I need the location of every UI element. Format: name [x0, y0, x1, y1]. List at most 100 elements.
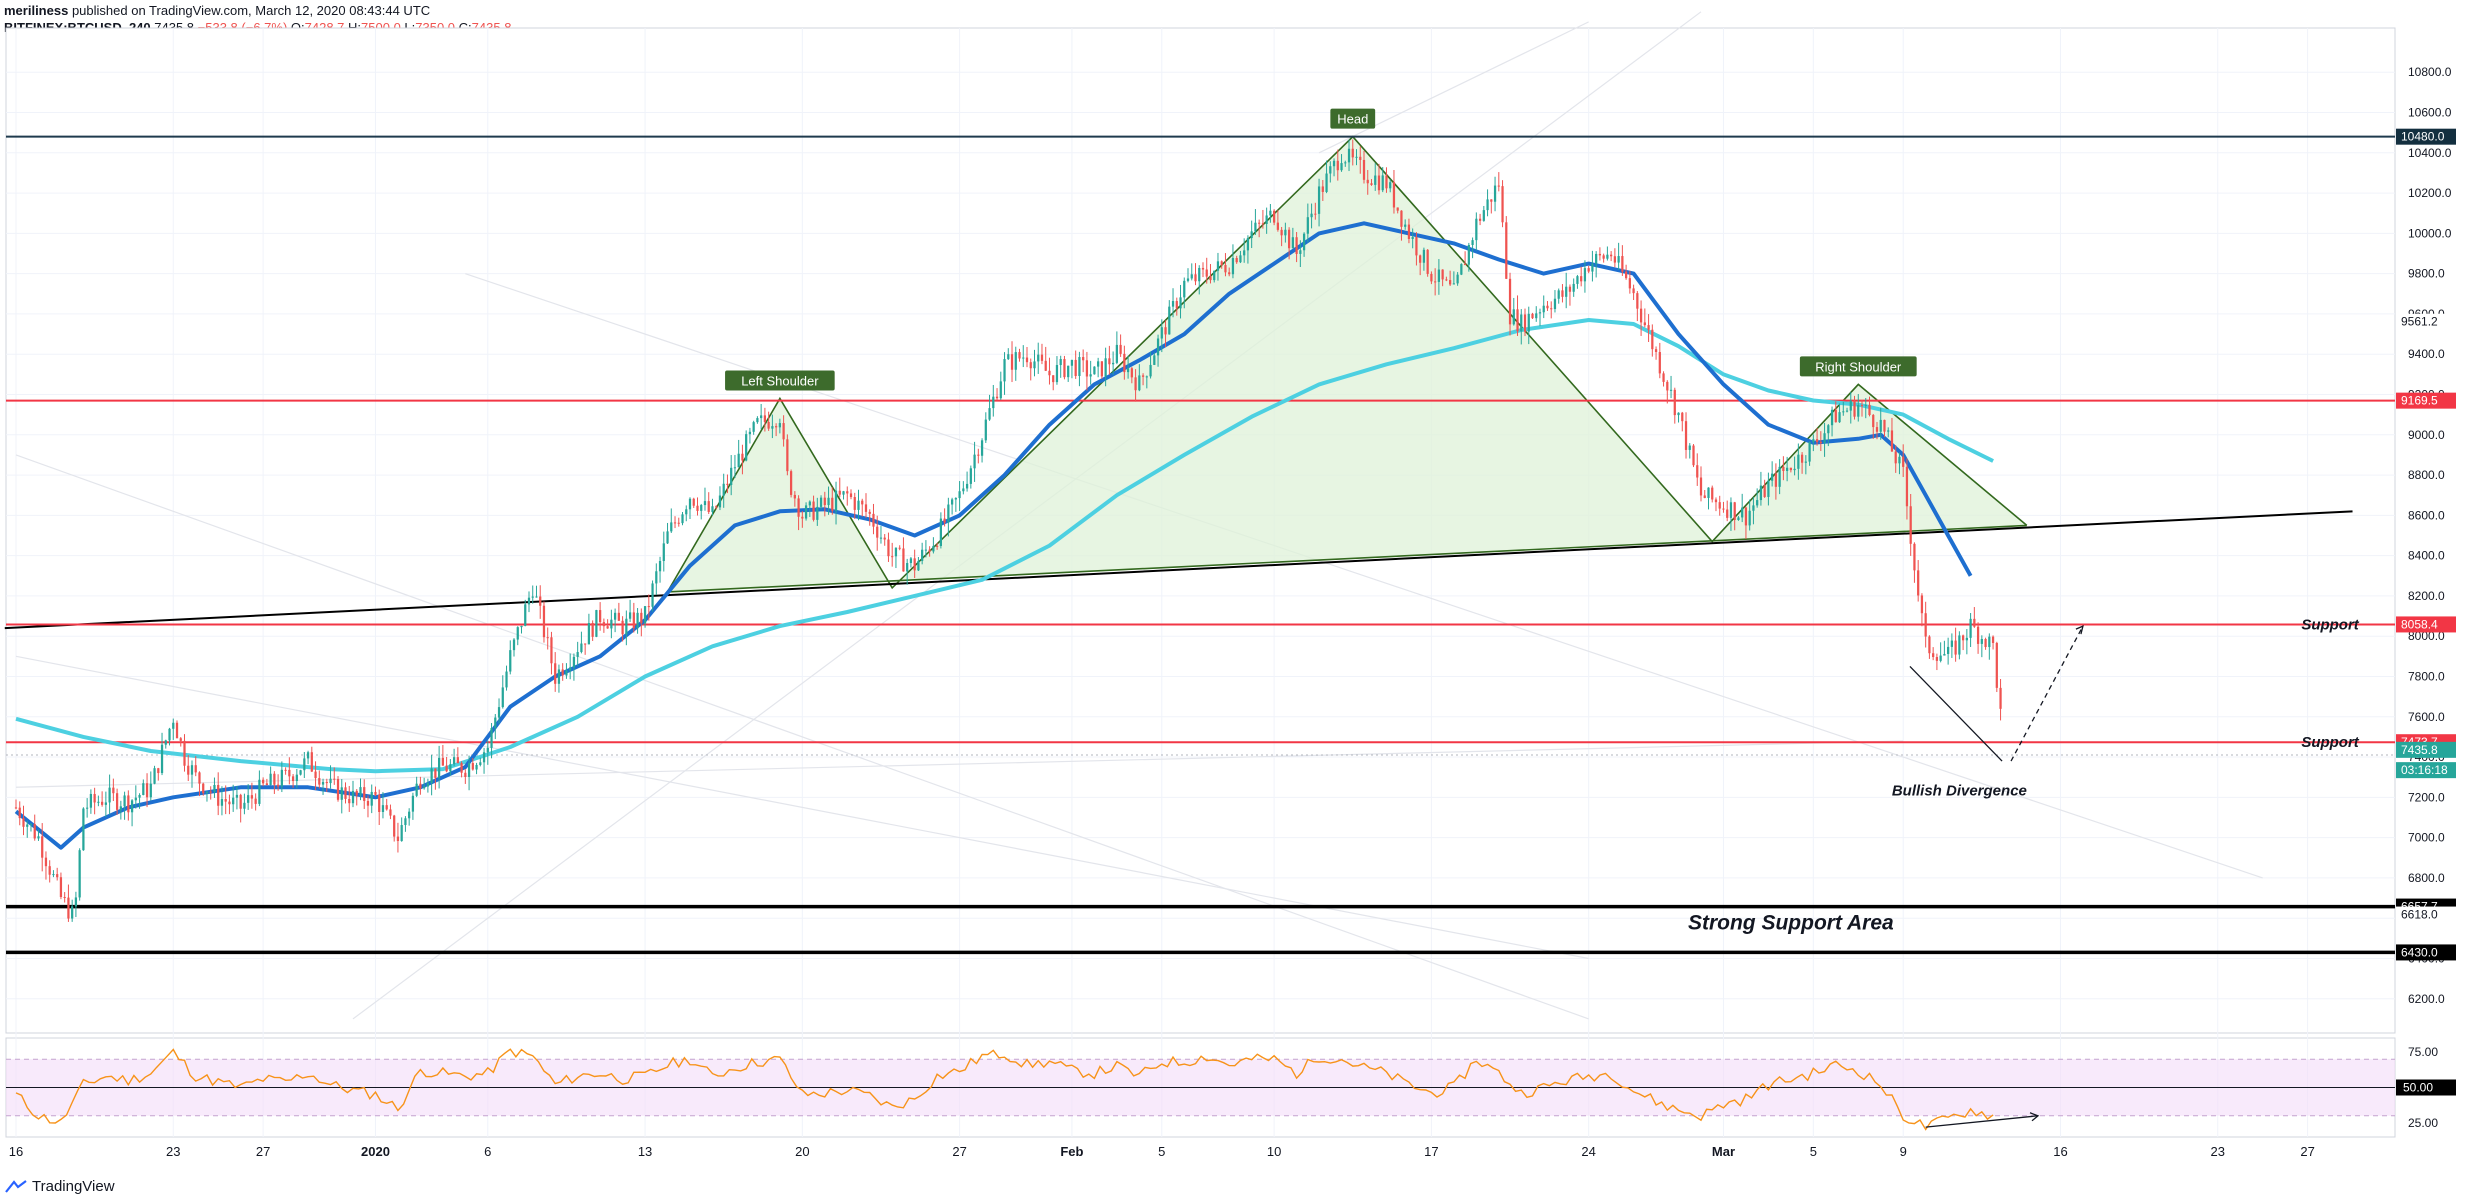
candle-body: [74, 897, 78, 907]
price-chart[interactable]: 10800.0 10600.0 10400.0 10200.0 10000.0 9800.…: [0, 0, 2468, 1203]
candle-body: [1198, 267, 1201, 282]
candle-body: [1699, 477, 1703, 496]
candle-body: [1954, 640, 1957, 655]
candle-body: [243, 802, 246, 809]
candle-body: [595, 610, 598, 637]
candle-body: [688, 498, 692, 510]
candle-body: [48, 866, 51, 875]
candle-body: [1437, 269, 1441, 282]
candle-body: [1935, 657, 1939, 661]
price-tag-label: 7435.8: [2401, 743, 2438, 757]
candle-body: [1407, 224, 1411, 239]
candle-body: [1580, 276, 1583, 282]
candle-body: [1355, 156, 1358, 158]
candle-body: [1857, 405, 1860, 417]
candle-body: [430, 768, 433, 783]
candle-body: [1639, 308, 1643, 323]
candle-body: [1984, 638, 1987, 648]
candle-body: [988, 408, 991, 420]
candle-body: [194, 765, 197, 773]
candle-body: [1302, 233, 1306, 251]
y-tick-label: 9000.0: [2408, 428, 2445, 442]
candle-body: [415, 783, 418, 796]
candle-body: [666, 531, 669, 544]
candle-body: [437, 757, 441, 778]
candle-body: [1201, 267, 1205, 270]
candle-body: [419, 783, 422, 789]
candle-body: [1475, 218, 1478, 241]
candle-body: [808, 501, 811, 506]
candle-body: [1718, 502, 1721, 509]
candle-body: [531, 596, 534, 598]
candle-body: [1684, 421, 1688, 450]
candle-body: [479, 762, 482, 765]
candle-body: [22, 818, 25, 827]
candle-body: [868, 511, 871, 514]
candle-body: [1392, 182, 1396, 208]
candle-body: [426, 782, 430, 787]
candle-body: [913, 558, 916, 571]
candle-body: [149, 783, 152, 798]
candle-body: [1452, 283, 1455, 285]
candle-body: [198, 772, 201, 784]
x-tick-label: Mar: [1712, 1144, 1735, 1159]
candle-body: [374, 791, 377, 795]
candle-body: [1838, 412, 1841, 423]
candle-body: [1336, 160, 1339, 171]
brand-name[interactable]: TradingView: [32, 1178, 115, 1195]
x-tick-label: 2020: [361, 1144, 390, 1159]
candle-body: [1538, 312, 1542, 314]
candle-body: [1029, 362, 1032, 369]
candle-body: [606, 626, 609, 629]
candle-body: [1673, 389, 1676, 416]
candle-body: [1059, 359, 1062, 366]
candle-body: [1441, 269, 1444, 280]
candle-body: [1216, 261, 1220, 271]
candle-body: [1890, 430, 1894, 452]
candle-body: [610, 619, 613, 629]
candle-body: [1980, 638, 1983, 644]
y-tick-label: 10200.0: [2408, 186, 2452, 200]
candle-body: [879, 537, 883, 539]
candle-body: [1696, 465, 1699, 478]
candle-body: [1643, 322, 1646, 326]
candle-body: [1995, 642, 1998, 688]
candle-body: [1156, 338, 1160, 356]
candle-body: [108, 787, 111, 803]
candle-body: [1834, 409, 1837, 423]
candle-body: [164, 740, 167, 745]
candle-body: [329, 778, 332, 784]
candle-body: [52, 874, 55, 876]
candle-body: [1411, 237, 1414, 239]
candle-body: [846, 491, 849, 494]
candle-body: [393, 815, 396, 837]
y-tick-label: 10600.0: [2408, 106, 2452, 120]
candle-body: [973, 454, 976, 469]
candle-body: [906, 563, 909, 572]
candle-body: [1385, 175, 1388, 189]
candle-body: [1849, 400, 1852, 411]
candle-body: [1340, 163, 1343, 171]
candle-body: [1636, 293, 1639, 309]
candle-body: [250, 795, 254, 799]
candle-body: [1100, 361, 1104, 377]
candle-body: [1508, 278, 1512, 325]
candle-body: [1654, 349, 1658, 353]
candle-body: [1325, 173, 1328, 192]
candle-body: [1804, 461, 1807, 463]
candle-body: [969, 468, 972, 484]
x-tick-label: 10: [1267, 1144, 1281, 1159]
candle-body: [591, 622, 594, 637]
candle-body: [1748, 510, 1751, 526]
candle-body: [752, 422, 755, 432]
candle-body: [1381, 175, 1384, 191]
candle-body: [1898, 456, 1901, 464]
candle-body: [190, 765, 194, 775]
candle-body: [1759, 485, 1763, 501]
candle-body: [1741, 507, 1744, 518]
candle-body: [1913, 543, 1916, 571]
candle-body: [741, 453, 744, 461]
candle-body: [228, 801, 231, 805]
candle-body: [1228, 272, 1231, 275]
support-label: Support: [2301, 734, 2359, 751]
